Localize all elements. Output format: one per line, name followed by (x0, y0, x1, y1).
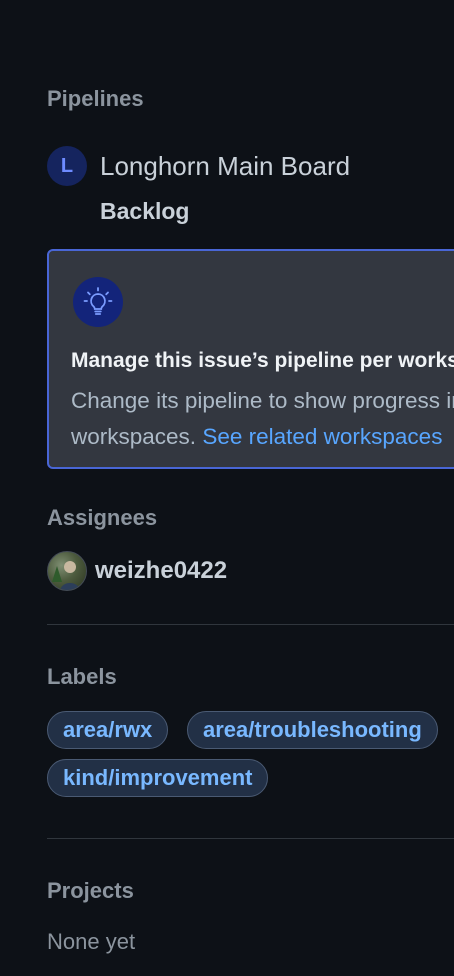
board-avatar: L (47, 146, 87, 186)
see-related-workspaces-link[interactable]: See related workspaces (202, 424, 442, 449)
label-area-troubleshooting[interactable]: area/troubleshooting (187, 711, 438, 749)
callout-body-line1: Change its pipeline to show progress in (71, 388, 454, 413)
callout-body: Change its pipeline to show progress in … (71, 383, 454, 455)
label-area-rwx[interactable]: area/rwx (47, 711, 169, 749)
board-name: Longhorn Main Board (100, 150, 351, 181)
label-kind-improvement[interactable]: kind/improvement (47, 759, 269, 797)
lightbulb-icon (73, 277, 123, 327)
section-divider (47, 624, 454, 625)
section-divider (47, 838, 454, 839)
projects-heading[interactable]: Projects (47, 878, 134, 904)
callout-heading: Manage this issue’s pipeline per workspa… (71, 349, 454, 372)
issue-sidebar: Pipelines L Longhorn Main Board Backlog … (0, 0, 454, 976)
callout-body-line2-text: workspaces. (71, 424, 203, 449)
labels-heading[interactable]: Labels (47, 664, 117, 690)
assignee-item[interactable]: weizhe0422 (47, 551, 227, 591)
assignees-heading[interactable]: Assignees (47, 505, 157, 531)
assignee-name: weizhe0422 (95, 557, 228, 584)
callout-body-line2: workspaces. See related workspaces (71, 419, 454, 455)
projects-value: None yet (47, 929, 136, 954)
pipeline-callout: Manage this issue’s pipeline per workspa… (47, 249, 454, 469)
pipelines-heading[interactable]: Pipelines (47, 86, 144, 112)
avatar (47, 551, 87, 591)
pipeline-board[interactable]: L Longhorn Main Board (47, 146, 350, 186)
pipeline-stage[interactable]: Backlog (100, 198, 189, 225)
